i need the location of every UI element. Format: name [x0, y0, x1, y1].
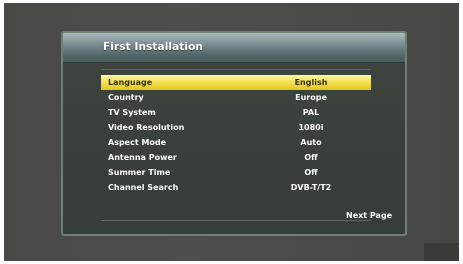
- setting-value-summer-time[interactable]: Off: [271, 165, 351, 180]
- first-installation-dialog: First Installation Language English Coun…: [61, 31, 407, 236]
- setting-row-antenna-power[interactable]: Antenna Power Off: [101, 150, 371, 165]
- setting-label-aspect-mode: Aspect Mode: [108, 138, 167, 147]
- setting-row-country[interactable]: Country Europe: [101, 90, 371, 105]
- next-page-button[interactable]: Next Page: [346, 211, 392, 220]
- setting-row-aspect-mode[interactable]: Aspect Mode Auto: [101, 135, 371, 150]
- bottom-divider: [101, 220, 371, 221]
- setting-label-antenna-power: Antenna Power: [108, 153, 177, 162]
- setting-value-country[interactable]: Europe: [271, 90, 351, 105]
- screen-corner-shade: [424, 243, 459, 261]
- setting-label-tv-system: TV System: [108, 108, 156, 117]
- settings-list: Language English Country Europe TV Syste…: [101, 75, 371, 195]
- setting-value-channel-search[interactable]: DVB-T/T2: [271, 180, 351, 195]
- setting-label-video-resolution: Video Resolution: [108, 123, 185, 132]
- tv-screen: First Installation Language English Coun…: [4, 3, 459, 261]
- dialog-header: First Installation: [63, 33, 405, 63]
- setting-row-video-resolution[interactable]: Video Resolution 1080i: [101, 120, 371, 135]
- setting-row-summer-time[interactable]: Summer Time Off: [101, 165, 371, 180]
- setting-label-channel-search: Channel Search: [108, 183, 179, 192]
- setting-row-tv-system[interactable]: TV System PAL: [101, 105, 371, 120]
- dialog-title: First Installation: [103, 41, 204, 53]
- setting-value-antenna-power[interactable]: Off: [271, 150, 351, 165]
- setting-value-aspect-mode[interactable]: Auto: [271, 135, 351, 150]
- setting-row-channel-search[interactable]: Channel Search DVB-T/T2: [101, 180, 371, 195]
- setting-value-tv-system[interactable]: PAL: [271, 105, 351, 120]
- top-divider: [101, 69, 371, 70]
- setting-label-country: Country: [108, 93, 144, 102]
- setting-label-summer-time: Summer Time: [108, 168, 171, 177]
- setting-row-language[interactable]: Language English: [101, 75, 371, 90]
- setting-value-video-resolution[interactable]: 1080i: [271, 120, 351, 135]
- setting-label-language: Language: [108, 78, 153, 87]
- setting-value-language[interactable]: English: [271, 75, 351, 90]
